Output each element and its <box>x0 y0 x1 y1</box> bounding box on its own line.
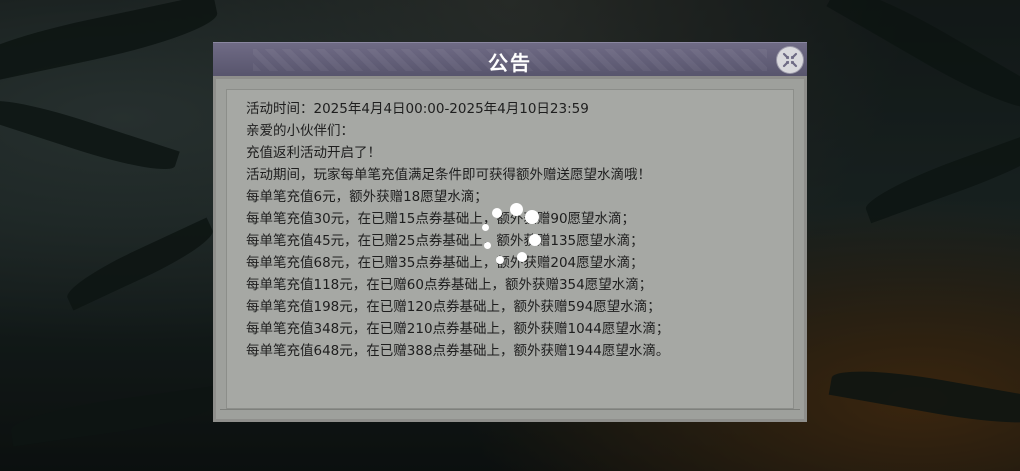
text-line: 每单笔充值348元，在已赠210点券基础上，额外获赠1044愿望水滴； <box>246 321 670 337</box>
text-line: 活动时间：2025年4月4日00:00-2025年4月10日23:59 <box>246 101 589 117</box>
text-line: 每单笔充值68元，在已赠35点券基础上，额外获赠204愿望水滴； <box>246 255 644 271</box>
text-line: 每单笔充值45元，在已赠25点券基础上，额外获赠135愿望水滴； <box>246 233 644 249</box>
text-line: 每单笔充值118元，在已赠60点券基础上，额外获赠354愿望水滴； <box>246 277 653 293</box>
text-line: 每单笔充值198元，在已赠120点券基础上，额外获赠594愿望水滴； <box>246 299 661 315</box>
panel-divider <box>220 409 800 416</box>
text-line: 每单笔充值6元，额外获赠18愿望水滴； <box>246 189 488 205</box>
text-line: 充值返利活动开启了！ <box>246 145 381 161</box>
text-line: 亲爱的小伙伴们： <box>246 123 354 139</box>
dialog-title-bar: 公告 <box>213 42 807 77</box>
loading-spinner-icon <box>480 200 550 270</box>
dialog-title: 公告 <box>488 51 532 75</box>
announcement-text: 活动时间：2025年4月4日00:00-2025年4月10日23:59 亲爱的小… <box>246 98 669 362</box>
text-line: 每单笔充值648元，在已赠388点券基础上，额外获赠1944愿望水滴。 <box>246 343 670 359</box>
text-line: 活动期间，玩家每单笔充值满足条件即可获得额外赠送愿望水滴哦！ <box>246 167 651 183</box>
text-line: 每单笔充值30元，在已赠15点券基础上，额外获赠90愿望水滴； <box>246 211 636 227</box>
close-button[interactable] <box>777 47 803 73</box>
close-icon <box>782 52 798 68</box>
